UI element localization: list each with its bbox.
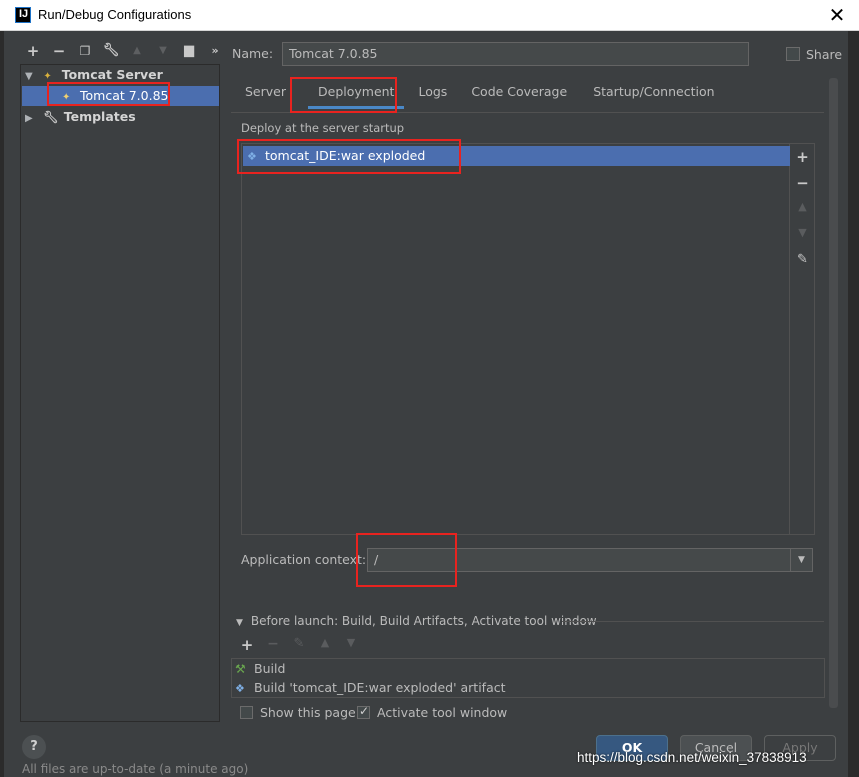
list-item[interactable]: ❖ Build 'tomcat_IDE:war exploded' artifac… <box>235 678 506 697</box>
move-up-icon[interactable]: ▲ <box>790 200 815 222</box>
add-icon[interactable]: + <box>790 148 815 170</box>
collapsed-arrow-icon[interactable]: ▶ <box>25 109 39 129</box>
before-launch-toolbar: + − ✎ ▲ ▼ <box>236 636 362 656</box>
title-bar: IJ Run/Debug Configurations ✕ <box>0 0 859 31</box>
templates-label: Templates <box>63 109 136 124</box>
folder-add-icon[interactable]: ▆ <box>178 40 200 62</box>
task-label: Build <box>254 661 286 676</box>
collapse-arrow-icon[interactable]: ▼ <box>236 618 243 628</box>
move-down-icon[interactable]: ▼ <box>340 636 362 656</box>
activate-tool-window-label: Activate tool window <box>377 705 508 720</box>
activate-tool-window-checkbox[interactable] <box>357 704 370 719</box>
before-launch-list: ⚒ Build ❖ Build 'tomcat_IDE:war exploded' … <box>231 658 825 698</box>
annotation-box-tab <box>290 77 397 113</box>
wrench-icon[interactable]: 🔧︎ <box>100 40 122 62</box>
background-strip <box>848 31 859 777</box>
app-icon: IJ <box>15 7 31 23</box>
annotation-box-artifact <box>237 139 461 174</box>
background-edge <box>0 31 4 777</box>
tree-group-label: Tomcat Server <box>61 67 163 82</box>
edit-pencil-icon[interactable]: ✎ <box>790 252 815 274</box>
show-page-label: Show this page <box>260 705 356 720</box>
remove-icon[interactable]: − <box>790 174 815 196</box>
close-icon[interactable]: ✕ <box>826 4 848 26</box>
share-checkbox[interactable] <box>786 47 800 61</box>
deploy-list[interactable]: ❖ tomcat_IDE:war exploded <box>241 143 790 535</box>
tree-group-templates[interactable]: ▶ 🔧︎ Templates <box>25 107 136 127</box>
share-label: Share <box>806 47 843 62</box>
remove-icon[interactable]: − <box>48 40 70 62</box>
config-tree: ▼ ✦ Tomcat Server ✦ Tomcat 7.0.85 ▶ 🔧︎ T… <box>20 64 220 722</box>
name-input[interactable]: Tomcat 7.0.85 <box>282 42 749 66</box>
annotation-box-tree-item <box>47 82 170 106</box>
expanded-arrow-icon[interactable]: ▼ <box>25 67 39 87</box>
tab-code-coverage[interactable]: Code Coverage <box>461 79 577 109</box>
list-item[interactable]: ⚒ Build <box>235 659 285 678</box>
name-label: Name: <box>232 46 274 61</box>
remove-icon[interactable]: − <box>262 636 284 656</box>
add-icon[interactable]: + <box>236 636 258 656</box>
chevron-down-icon[interactable]: ▼ <box>790 549 812 571</box>
move-down-icon[interactable]: ▼ <box>790 226 815 248</box>
app-context-label: Application context: <box>241 552 367 567</box>
task-label: Build 'tomcat_IDE:war exploded' artifact <box>254 680 506 695</box>
watermark: https://blog.csdn.net/weixin_37838913 <box>577 750 807 765</box>
edit-pencil-icon[interactable]: ✎ <box>288 636 310 656</box>
tab-logs[interactable]: Logs <box>408 79 457 109</box>
annotation-box-context <box>356 533 457 587</box>
wrench-icon: 🔧︎ <box>43 110 59 124</box>
move-up-icon[interactable]: ▲ <box>126 40 148 62</box>
move-down-icon[interactable]: ▼ <box>152 40 174 62</box>
app-icon-letters: IJ <box>19 8 29 20</box>
tab-server[interactable]: Server <box>235 79 296 109</box>
config-toolbar: + − ❐ 🔧︎ ▲ ▼ ▆ » <box>22 40 226 62</box>
artifact-icon: ❖ <box>235 682 245 695</box>
vertical-scrollbar[interactable] <box>829 78 838 708</box>
tab-startup-connection[interactable]: Startup/Connection <box>583 79 724 109</box>
window-title: Run/Debug Configurations <box>38 7 192 22</box>
status-bar-text: All files are up-to-date (a minute ago) <box>22 762 249 776</box>
before-launch-header[interactable]: ▼ Before launch: Build, Build Artifacts, … <box>236 614 597 628</box>
add-icon[interactable]: + <box>22 40 44 62</box>
before-launch-label: Before launch: Build, Build Artifacts, A… <box>250 614 597 628</box>
hammer-icon: ⚒ <box>235 662 246 676</box>
divider <box>562 621 824 622</box>
show-page-checkbox[interactable] <box>240 706 253 719</box>
more-icon[interactable]: » <box>204 40 226 62</box>
copy-icon[interactable]: ❐ <box>74 40 96 62</box>
help-button[interactable]: ? <box>22 735 46 759</box>
deploy-section-title: Deploy at the server startup <box>241 121 405 135</box>
deploy-list-toolbar: + − ▲ ▼ ✎ <box>790 143 815 535</box>
move-up-icon[interactable]: ▲ <box>314 636 336 656</box>
